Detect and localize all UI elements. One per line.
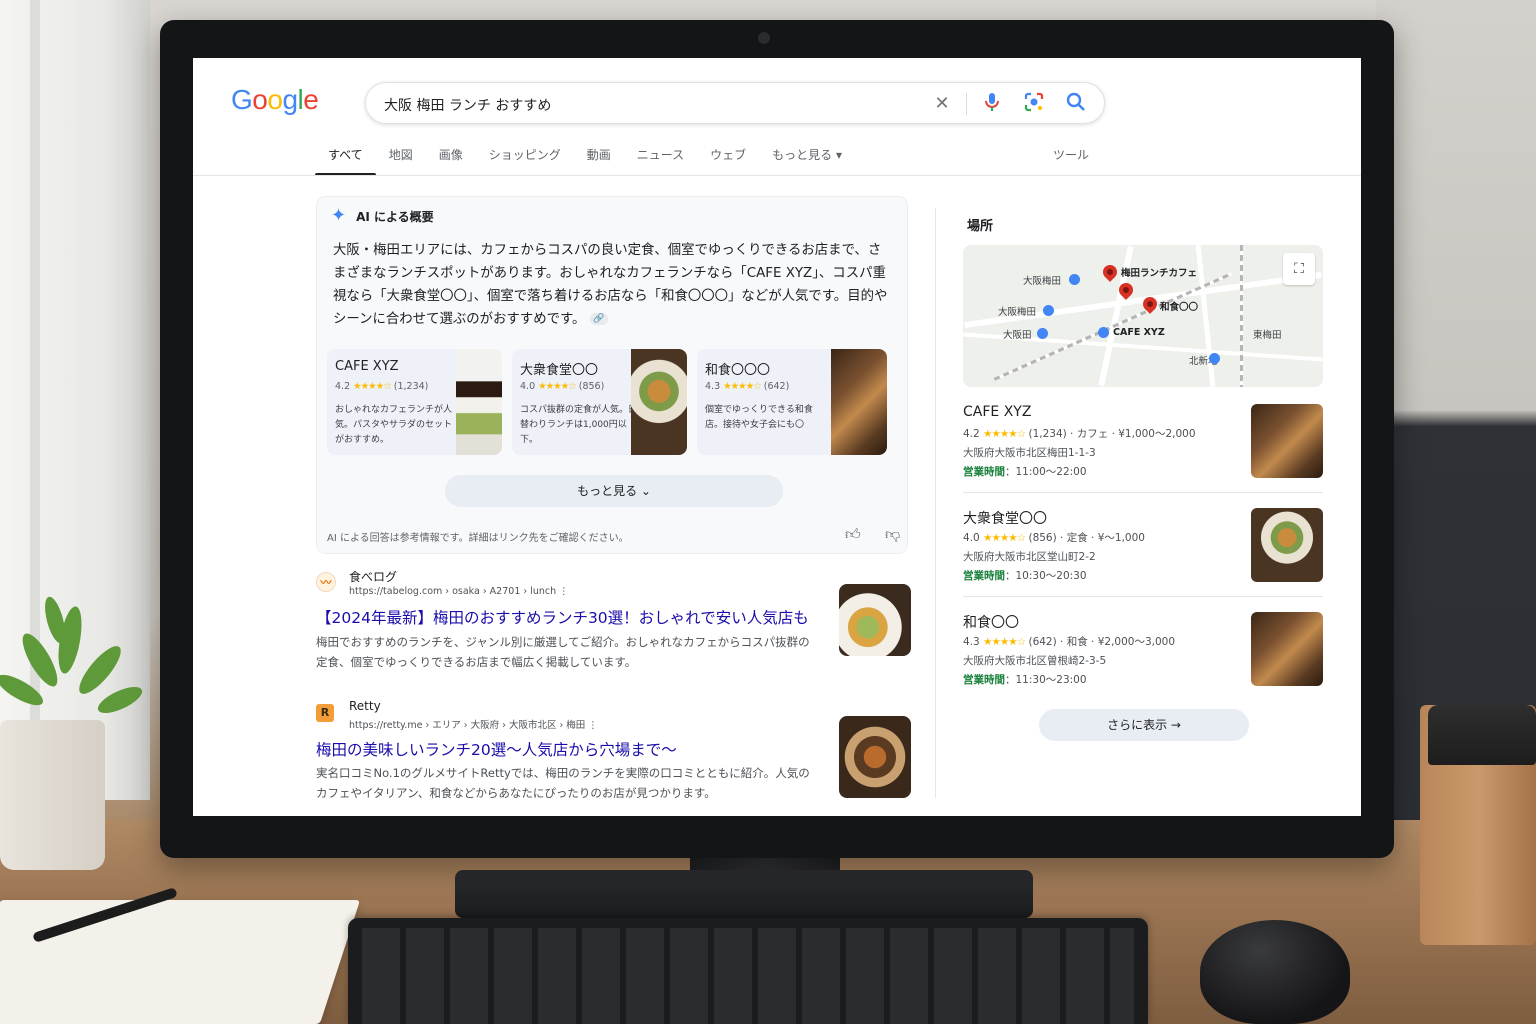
- station-icon: [1043, 305, 1054, 316]
- search-tabs: すべて 地図 画像 ショッピング 動画 ニュース ウェブ もっと見る ▾: [315, 146, 855, 176]
- logo-letter: g: [282, 84, 298, 115]
- ai-more-button[interactable]: もっと見る ⌄: [445, 475, 783, 507]
- result-title-link[interactable]: 梅田の美味しいランチ20選〜人気店から穴場まで〜: [316, 738, 677, 760]
- result-site-name: Retty: [349, 699, 381, 713]
- search-icon[interactable]: [1064, 92, 1088, 116]
- places-title: 場所: [967, 219, 994, 234]
- station-icon: [1037, 328, 1048, 339]
- webcam: [758, 32, 770, 44]
- browser-screen: Google 大阪 梅田 ランチ おすすめ ✕ すべて 地図 画像 ショッピング 動画ニ…: [193, 58, 1361, 816]
- logo-letter: o: [252, 84, 268, 115]
- star-rating: ★★★★☆: [723, 381, 762, 392]
- tools-button[interactable]: ツール: [1053, 146, 1089, 163]
- star-rating: ★★★★☆: [353, 381, 392, 392]
- tab-item[interactable]: もっと見る ▾: [759, 146, 855, 176]
- star-rating: ★★★★☆: [983, 428, 1026, 440]
- result-url[interactable]: https://tabelog.com › osaka › A2701 › lu…: [349, 586, 569, 597]
- station-icon: [1209, 353, 1220, 364]
- tabelog-favicon: 〰: [316, 572, 336, 592]
- tab-item[interactable]: ウェブ: [697, 146, 759, 176]
- tab-item[interactable]: ニュース: [624, 146, 697, 176]
- place-thumbnail: [1251, 404, 1323, 478]
- result-snippet: 梅田でおすすめのランチを、ジャンル別に厳選してご紹介。おしゃれなカフェからコスパ…: [316, 635, 810, 669]
- places-map[interactable]: 大阪梅田 大阪梅田 大阪田 東梅田 北新地 梅田ランチカフェ 和食〇〇 CAFE…: [963, 245, 1323, 387]
- star-rating: ★★★★☆: [983, 636, 1026, 648]
- search-input[interactable]: 大阪 梅田 ランチ おすすめ: [384, 95, 551, 115]
- place-thumbnail: [1251, 612, 1323, 686]
- mic-icon[interactable]: [980, 92, 1004, 116]
- shokudo-thumbnail: [631, 349, 687, 455]
- tab-item[interactable]: 地図: [376, 146, 426, 176]
- retty-favicon: R: [316, 704, 334, 722]
- ai-overview-card: ✦ AI による概要 大阪・梅田エリアには、カフェからコスパの良い定食、個室でゆ…: [316, 196, 908, 554]
- ai-card-cafe-xyz[interactable]: CAFE XYZ 4.2 ★★★★☆ (1,234) おしゃれなカフェランチが人…: [327, 349, 502, 455]
- washoku-thumbnail: [831, 349, 887, 455]
- keyboard: [348, 918, 1148, 1024]
- station-icon: [1098, 327, 1109, 338]
- cafe-thumbnail: [456, 349, 502, 455]
- thumbs-up-icon[interactable]: 👍︎: [845, 525, 861, 544]
- ai-overview-text: 大阪・梅田エリアには、カフェからコスパの良い定食、個室でゆっくりできるお店まで、…: [333, 243, 888, 327]
- result-thumbnail[interactable]: [839, 584, 911, 656]
- result-title-link[interactable]: 【2024年最新】梅田のおすすめランチ30選！おしゃれで安い人気店も: [316, 606, 809, 628]
- ai-card-taishu-shokudo[interactable]: 大衆食堂〇〇 4.0 ★★★★☆ (856) コスパ抜群の定食が人気。日替わりラ…: [512, 349, 687, 455]
- result-snippet: 実名口コミNo.1のグルメサイトRettyでは、梅田のランチを実際の口コミととも…: [316, 766, 810, 800]
- result-site-name: 食べログ: [349, 570, 398, 584]
- ai-overview-header: ✦ AI による概要: [331, 207, 434, 225]
- star-rating: ★★★★☆: [983, 532, 1026, 544]
- tab-item[interactable]: 画像: [426, 146, 476, 176]
- wall-background: [1376, 0, 1536, 820]
- sparkle-icon: ✦: [331, 205, 347, 226]
- search-bar[interactable]: 大阪 梅田 ランチ おすすめ ✕: [365, 82, 1105, 124]
- tab-item[interactable]: 動画: [574, 146, 624, 176]
- logo-letter: G: [231, 84, 253, 115]
- link-icon[interactable]: 🔗: [589, 313, 608, 325]
- notebook: [0, 900, 361, 1024]
- mouse: [1200, 920, 1350, 1024]
- result-url[interactable]: https://retty.me › エリア › 大阪府 › 大阪市北区 › 梅…: [349, 717, 598, 731]
- logo-letter: e: [303, 84, 319, 115]
- ai-disclaimer: AI による回答は参考情報です。詳細はリンク先をご確認ください。: [327, 533, 629, 544]
- place-divider: [963, 492, 1323, 493]
- star-rating: ★★★★☆: [538, 381, 577, 392]
- google-logo[interactable]: Google: [231, 84, 319, 116]
- ai-place-cards: CAFE XYZ 4.2 ★★★★☆ (1,234) おしゃれなカフェランチが人…: [327, 349, 887, 455]
- tab-item[interactable]: ショッピング: [476, 146, 574, 176]
- show-more-places-button[interactable]: さらに表示 →: [1039, 709, 1249, 741]
- search-divider: [966, 93, 967, 115]
- ai-card-washoku[interactable]: 和食〇〇〇 4.3 ★★★★☆ (642) 個室でゆっくりできる和食店。接待や女…: [697, 349, 887, 455]
- place-thumbnail: [1251, 508, 1323, 582]
- map-pin-icon[interactable]: [1100, 262, 1120, 282]
- header-divider: [193, 175, 1361, 176]
- fullscreen-icon[interactable]: ⛶: [1283, 253, 1315, 285]
- close-icon[interactable]: ✕: [930, 92, 954, 116]
- ai-overview-title: AI による概要: [356, 209, 434, 224]
- column-divider: [935, 208, 936, 798]
- place-divider: [963, 596, 1323, 597]
- logo-letter: o: [267, 84, 283, 115]
- tab-item[interactable]: すべて: [315, 146, 376, 176]
- thumbs-down-icon[interactable]: 👎︎: [885, 525, 900, 544]
- lens-icon[interactable]: [1022, 92, 1046, 116]
- plant-pot: [0, 720, 105, 870]
- plant-decoration: [0, 596, 143, 714]
- place-item[interactable]: 和食〇〇 4.3 ★★★★☆ (642) · 和食 · ¥2,000〜3,000…: [963, 612, 1323, 706]
- result-thumbnail[interactable]: [839, 716, 911, 798]
- station-icon: [1069, 274, 1080, 285]
- coffee-cup-lid: [1428, 705, 1536, 765]
- monitor-stand-base: [455, 870, 1033, 918]
- place-item[interactable]: CAFE XYZ 4.2 ★★★★☆ (1,234) · カフェ · ¥1,00…: [963, 404, 1323, 498]
- place-item[interactable]: 大衆食堂〇〇 4.0 ★★★★☆ (856) · 定食 · ¥〜1,000 大阪…: [963, 508, 1323, 602]
